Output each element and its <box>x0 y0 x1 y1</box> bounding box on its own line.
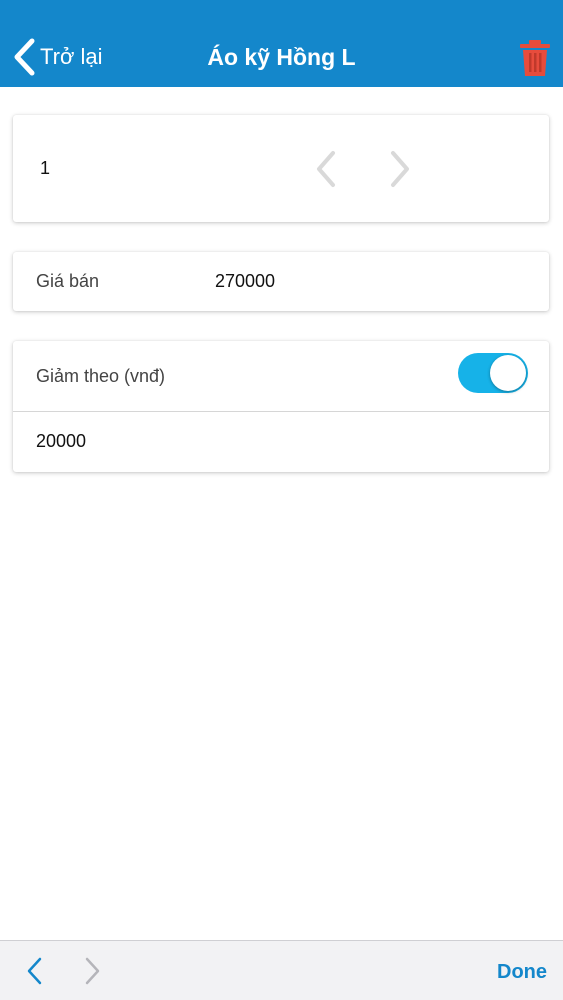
keyboard-accessory-bar: Done <box>0 940 563 1000</box>
nav-header: Trở lại Áo kỹ Hồng L <box>0 0 563 87</box>
discount-row: Giảm theo (vnđ) <box>13 341 549 412</box>
chevron-right-icon <box>391 151 409 187</box>
chevron-right-icon <box>85 957 100 985</box>
previous-field-button[interactable] <box>24 956 46 986</box>
delete-button[interactable] <box>515 38 555 78</box>
discount-amount-input[interactable]: 20000 <box>36 431 86 452</box>
discount-toggle[interactable] <box>458 353 528 393</box>
trash-icon <box>520 40 550 76</box>
discount-card: Giảm theo (vnđ) 20000 <box>13 341 549 472</box>
chevron-left-icon <box>317 151 335 187</box>
chevron-left-icon <box>27 957 42 985</box>
done-button[interactable]: Done <box>497 961 547 984</box>
discount-label: Giảm theo (vnđ) <box>36 366 166 386</box>
page-title: Áo kỹ Hồng L <box>207 44 356 70</box>
next-field-button[interactable] <box>81 956 103 986</box>
price-card: Giá bán 270000 <box>13 252 549 311</box>
price-label: Giá bán <box>36 271 100 291</box>
quantity-card: 1 <box>13 115 549 222</box>
toggle-knob <box>490 355 526 391</box>
price-value[interactable]: 270000 <box>215 271 275 292</box>
quantity-prev-button[interactable] <box>311 149 341 189</box>
screen: Trở lại Áo kỹ Hồng L 1 Giá bán 270000 Gi… <box>0 0 563 1000</box>
quantity-next-button[interactable] <box>385 149 415 189</box>
quantity-value[interactable]: 1 <box>40 158 50 179</box>
